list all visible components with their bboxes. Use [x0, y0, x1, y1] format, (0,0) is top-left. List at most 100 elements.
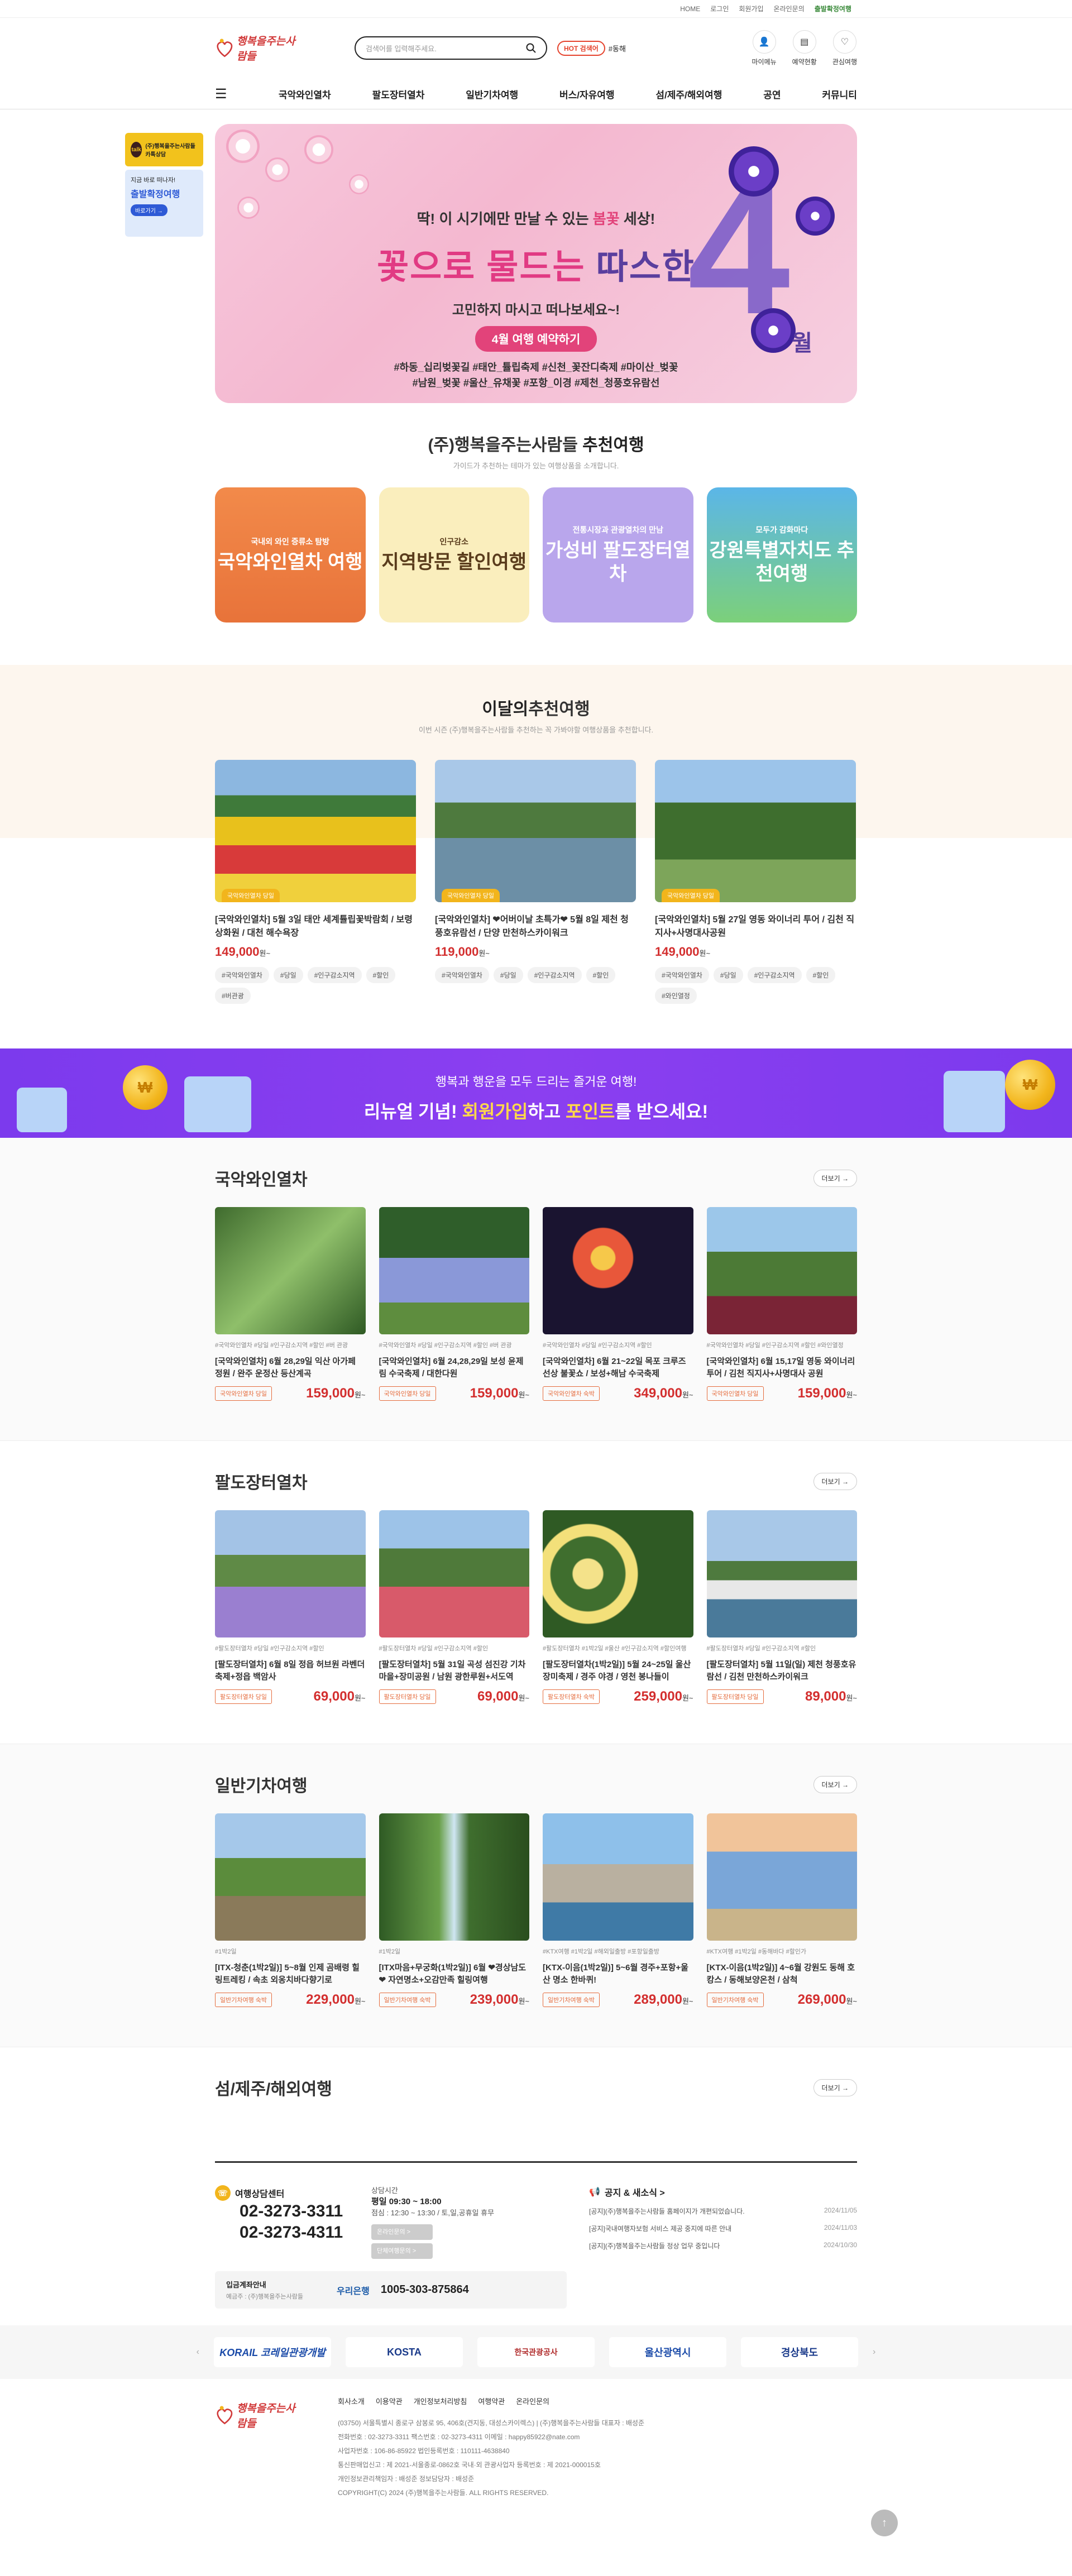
partner-logo[interactable]: 울산광역시 — [609, 2337, 726, 2367]
notice-title[interactable]: 📢 공지 & 새소식 > — [589, 2185, 857, 2199]
product-card[interactable]: #국악와인열차 #당일 #인구감소지역 #할인 [국악와인열차] 6월 21~22… — [543, 1207, 693, 1401]
nav-train[interactable]: 일반기차여행 — [466, 87, 518, 101]
product-card[interactable]: #1박2일 [ITX마음+무궁화(1박2일)] 6월 ❤경상남도❤ 자연명소+오감… — [379, 1813, 529, 2008]
product-card[interactable]: #팔도장터열차 #당일 #인구감소지역 #할인 [팔도장터열차] 5월 31일 곡… — [379, 1510, 529, 1704]
product-card[interactable]: #국악와인열차 #당일 #인구감소지역 #할인 #버 관광 [국악와인열차] 6월… — [379, 1207, 529, 1401]
chevron-left-icon[interactable]: ‹ — [197, 2347, 199, 2357]
confirmed-tour-banner[interactable]: 지금 바로 떠나자! 출발확정여행 바로가기 → — [125, 170, 203, 237]
product-card[interactable]: #국악와인열차 #당일 #인구감소지역 #할인 #와인열정 [국악와인열차] 6월… — [706, 1207, 857, 1401]
util-signup[interactable]: 회원가입 — [739, 4, 763, 13]
product-card[interactable]: #팔도장터열차 #당일 #인구감소지역 #할인 [팔도장터열차] 6월 8일 정읍… — [215, 1510, 366, 1704]
chip[interactable]: #국악와인열차 — [435, 967, 489, 983]
monthly-card[interactable]: 국악와인열차 당일 [국악와인열차] ❤어버이날 초특가❤ 5월 8일 제천 청… — [435, 760, 636, 1004]
signup-promo-banner[interactable]: ₩ ₩ 행복과 행운을 모두 드리는 즐거운 여행! 리뉴얼 기념! 회원가입하… — [0, 1048, 1072, 1138]
wishlist-button[interactable]: ♡ 관심여행 — [832, 30, 857, 66]
util-home[interactable]: HOME — [680, 5, 700, 13]
chip[interactable]: #국악와인열차 — [655, 967, 709, 983]
chip[interactable]: #버관광 — [215, 988, 251, 1004]
chip[interactable]: #당일 — [493, 967, 523, 983]
chip[interactable]: #할인 — [586, 967, 616, 983]
product-category[interactable]: 팔도장터열차 당일 — [706, 1689, 764, 1704]
product-card[interactable]: #KTX여행 #1박2일 #해외일출방 #포항일출방 [KTX-이음(1박2일)]… — [543, 1813, 693, 2008]
reservation-button[interactable]: ▤ 예약현황 — [792, 30, 817, 66]
confirmed-tour-button[interactable]: 바로가기 → — [131, 204, 168, 216]
product-category[interactable]: 일반기차여행 숙박 — [215, 1993, 272, 2007]
product-category[interactable]: 팔도장터열차 당일 — [215, 1689, 272, 1704]
rec-card[interactable]: 국내외 와인 증류소 탐방 국악와인열차 여행 — [215, 487, 366, 623]
footer-link-about[interactable]: 회사소개 — [338, 2396, 365, 2406]
nav-gugak-wine[interactable]: 국악와인열차 — [279, 87, 331, 101]
notice-item[interactable]: [공지](주)행복을주는사람들 정상 업무 중입니다 2024/10/30 — [589, 2241, 857, 2251]
group-inquiry-button[interactable]: 단체여행문의 > — [371, 2243, 433, 2259]
search-icon[interactable] — [526, 43, 536, 53]
nav-community[interactable]: 커뮤니티 — [822, 87, 857, 101]
tel-1[interactable]: 02-3273-3311 — [240, 2201, 371, 2222]
my-menu-button[interactable]: 👤 마이메뉴 — [752, 30, 777, 66]
rec-card[interactable]: 모두가 감화마다 강원특별자치도 추천여행 — [706, 487, 857, 623]
product-price: 69,000원~ — [313, 1689, 366, 1704]
hot-keyword-link[interactable]: #동해 — [609, 43, 626, 54]
product-category[interactable]: 일반기차여행 숙박 — [543, 1993, 600, 2007]
scroll-top-button[interactable]: ↑ — [871, 2510, 898, 2536]
tel-2[interactable]: 02-3273-4311 — [240, 2222, 371, 2243]
partner-logo[interactable]: KOSTA — [346, 2337, 463, 2367]
product-card[interactable]: #팔도장터열차 #1박2일 #울산 #인구감소지역 #할인여행 [팔도장터열차(1… — [543, 1510, 693, 1704]
nav-performance[interactable]: 공연 — [763, 87, 781, 101]
more-button[interactable]: 더보기 → — [813, 1472, 857, 1490]
product-category[interactable]: 팔도장터열차 당일 — [379, 1689, 436, 1704]
search-input[interactable]: 검색어를 입력해주세요. — [355, 36, 547, 60]
more-button[interactable]: 더보기 → — [813, 2079, 857, 2096]
product-category[interactable]: 국악와인열차 당일 — [215, 1386, 272, 1401]
util-inquiry[interactable]: 온라인문의 — [774, 4, 805, 13]
chevron-right-icon[interactable]: › — [873, 2347, 875, 2357]
chip[interactable]: #인구감소지역 — [307, 967, 362, 983]
partner-logo[interactable]: KORAIL 코레일관광개발 — [214, 2337, 331, 2367]
chip[interactable]: #당일 — [713, 967, 743, 983]
util-confirmed-tours[interactable]: 출발확정여행 — [815, 4, 851, 13]
chip[interactable]: #할인 — [806, 967, 836, 983]
product-category[interactable]: 일반기차여행 숙박 — [379, 1993, 436, 2007]
footer-link-privacy[interactable]: 개인정보처리방침 — [414, 2396, 467, 2406]
online-inquiry-button[interactable]: 온라인문의 > — [371, 2224, 433, 2240]
nav-overseas[interactable]: 섬/제주/해외여행 — [655, 87, 722, 101]
monthly-card[interactable]: 국악와인열차 당일 [국악와인열차] 5월 27일 영동 와이너리 투어 / 김… — [655, 760, 856, 1004]
product-card[interactable]: #1박2일 [ITX-청춘(1박2일)] 5~8월 인제 곰배령 힐링트레킹 / … — [215, 1813, 366, 2008]
product-category[interactable]: 국악와인열차 당일 — [379, 1386, 436, 1401]
product-card[interactable]: #KTX여행 #1박2일 #동해바다 #할인가 [KTX-이음(1박2일)] 4~… — [706, 1813, 857, 2008]
notice-item[interactable]: [공지]국내여행자보험 서비스 제공 중지에 따른 안내 2024/11/03 — [589, 2224, 857, 2233]
hero-banner[interactable]: 4 월 딱! 이 시기에만 만날 수 있는 봄꽃 세상! 꽃으로 물드는 따스한… — [215, 124, 857, 403]
kakao-consult-banner[interactable]: talk (주)행복을주는사람들 카톡상담 — [125, 133, 203, 166]
chip[interactable]: #국악와인열차 — [215, 967, 269, 983]
partner-logo[interactable]: 한국관광공사 — [477, 2337, 595, 2367]
chip[interactable]: #할인 — [366, 967, 396, 983]
rec-card-title: 강원특별자치도 추천여행 — [709, 540, 855, 585]
hamburger-menu-icon[interactable]: ☰ — [215, 86, 237, 102]
product-card[interactable]: #팔도장터열차 #당일 #인구감소지역 #할인 [팔도장터열차] 5월 11일(일… — [706, 1510, 857, 1704]
product-card[interactable]: #국악와인열차 #당일 #인구감소지역 #할인 #버 관광 [국악와인열차] 6월… — [215, 1207, 366, 1401]
footer-link-terms[interactable]: 이용약관 — [376, 2396, 403, 2406]
footer-link-inquiry[interactable]: 온라인문의 — [516, 2396, 549, 2406]
chip[interactable]: #인구감소지역 — [747, 967, 802, 983]
notice-item[interactable]: [공지](주)행복을주는사람들 홈페이지가 개편되었습니다. 2024/11/05 — [589, 2206, 857, 2216]
monthly-card[interactable]: 국악와인열차 당일 [국악와인열차] 5월 3일 태안 세계튤립꽃박람회 / 보… — [215, 760, 416, 1004]
product-category[interactable]: 일반기차여행 숙박 — [706, 1993, 764, 2007]
product-category[interactable]: 국악와인열차 당일 — [706, 1386, 764, 1401]
chip[interactable]: #당일 — [273, 967, 303, 983]
nav-bus[interactable]: 버스/자유여행 — [559, 87, 615, 101]
chip[interactable]: #와인열정 — [655, 988, 697, 1004]
util-login[interactable]: 로그인 — [710, 4, 729, 13]
rec-card[interactable]: 인구감소 지역방문 할인여행 — [379, 487, 529, 623]
more-button[interactable]: 더보기 → — [813, 1775, 857, 1793]
hero-book-button[interactable]: 4월 여행 예약하기 — [475, 326, 597, 352]
nav-paldo-market[interactable]: 팔도장터열차 — [372, 87, 425, 101]
footer-link-travel-terms[interactable]: 여행약관 — [478, 2396, 505, 2406]
logo[interactable]: 행복을주는사람들 — [215, 28, 304, 68]
product-category[interactable]: 국악와인열차 숙박 — [543, 1386, 600, 1401]
hero-month-suffix: 월 — [792, 331, 812, 356]
partner-logo[interactable]: 경상북도 — [741, 2337, 858, 2367]
chip[interactable]: #인구감소지역 — [527, 967, 582, 983]
product-category[interactable]: 팔도장터열차 숙박 — [543, 1689, 600, 1704]
product-photo — [215, 1813, 366, 1941]
more-button[interactable]: 더보기 → — [813, 1169, 857, 1187]
rec-card[interactable]: 전통시장과 관광열차의 만남 가성비 팔도장터열차 — [543, 487, 693, 623]
